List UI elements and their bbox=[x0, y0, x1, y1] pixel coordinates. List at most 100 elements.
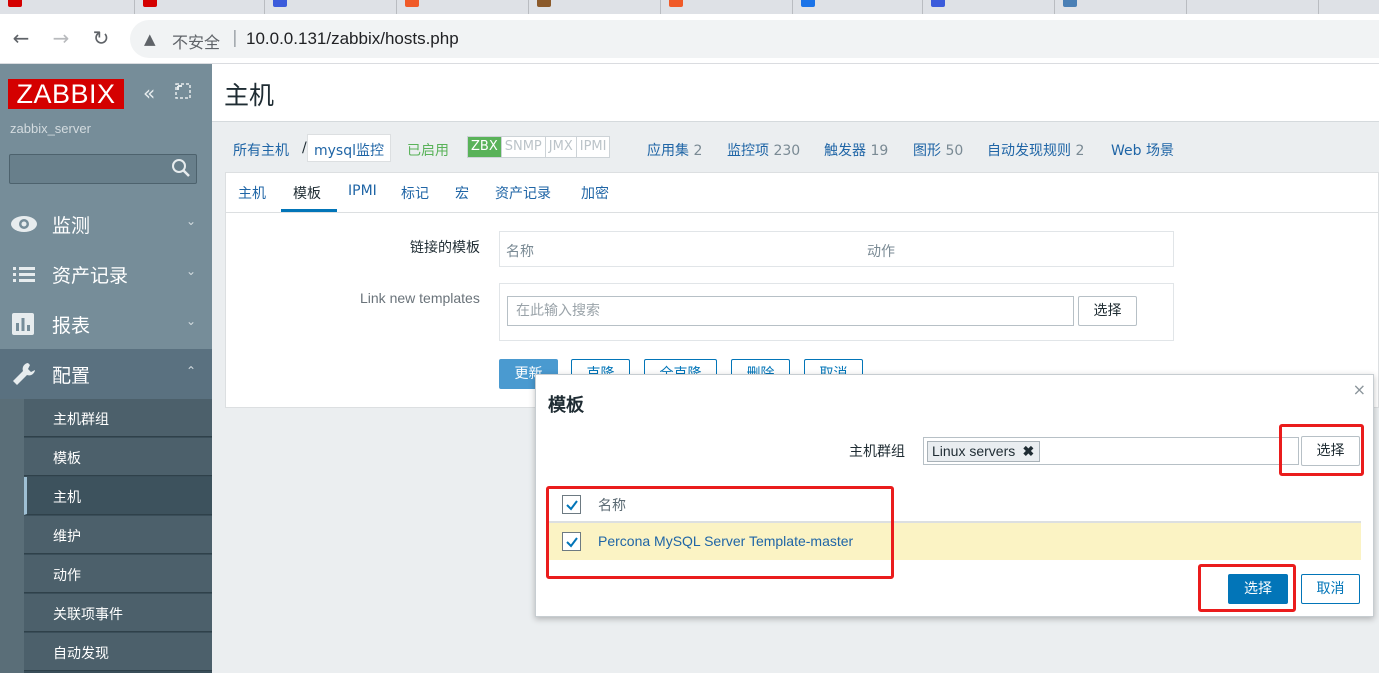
configuration-submenu: 主机群组 模板 主机 维护 动作 关联项事件 自动发现 bbox=[0, 399, 212, 673]
tab-encryption[interactable]: 加密 bbox=[581, 183, 609, 203]
host-group-label: 主机群组 bbox=[849, 444, 905, 460]
submenu-hosts[interactable]: 主机 bbox=[24, 477, 212, 515]
select-host-group-button[interactable]: 选择 bbox=[1301, 436, 1360, 466]
address-separator: | bbox=[232, 28, 238, 48]
items-link[interactable]: 监控项 230 bbox=[727, 140, 800, 160]
browser-tab[interactable] bbox=[1187, 0, 1319, 14]
host-status-enabled[interactable]: 已启用 bbox=[407, 140, 449, 160]
bar-chart-icon bbox=[12, 313, 34, 335]
cancel-modal-button[interactable]: 取消 bbox=[1301, 574, 1360, 604]
wrench-icon bbox=[13, 363, 35, 385]
availability-indicators: ZBX SNMP JMX IPMI bbox=[467, 136, 611, 158]
browser-toolbar: ← → ↻ ▲ 不安全 | 10.0.0.131/zabbix/hosts.ph… bbox=[0, 14, 1379, 64]
menu-reports[interactable]: 报表 ⌄ bbox=[0, 299, 212, 349]
submenu-label: 主机 bbox=[53, 490, 81, 506]
host-group-multiselect[interactable]: Linux servers ✖ bbox=[923, 437, 1299, 465]
checkmark-icon bbox=[566, 537, 578, 548]
tab-inventory[interactable]: 资产记录 bbox=[495, 183, 551, 203]
remove-chip-icon[interactable]: ✖ bbox=[1023, 442, 1035, 461]
browser-tab[interactable] bbox=[529, 0, 661, 14]
sidebar: ZABBIX « zabbix_server 监测 ⌄ 资产记录 ⌄ 报表 ⌄ … bbox=[0, 64, 212, 673]
search-icon[interactable] bbox=[170, 157, 192, 179]
menu-inventory[interactable]: 资产记录 ⌄ bbox=[0, 249, 212, 299]
browser-tab[interactable] bbox=[793, 0, 923, 14]
template-search-input[interactable] bbox=[507, 296, 1074, 326]
template-search-field[interactable] bbox=[508, 297, 1073, 325]
form-tabs: 主机 模板 IPMI 标记 宏 资产记录 加密 bbox=[226, 173, 1379, 213]
tab-tags[interactable]: 标记 bbox=[401, 183, 429, 203]
menu-monitoring[interactable]: 监测 ⌄ bbox=[0, 199, 212, 249]
web-scenarios-link[interactable]: Web 场景 bbox=[1111, 140, 1174, 160]
submenu-actions[interactable]: 动作 bbox=[24, 555, 212, 593]
forward-arrow-icon[interactable]: → bbox=[49, 26, 73, 50]
browser-tab[interactable] bbox=[1055, 0, 1187, 14]
templates-modal: × 模板 主机群组 Linux servers ✖ 选择 名称 Percona … bbox=[535, 374, 1374, 617]
submenu-rail bbox=[0, 399, 24, 673]
tab-templates[interactable]: 模板 bbox=[293, 183, 321, 203]
link-label: 自动发现规则 bbox=[987, 143, 1071, 159]
tab-host[interactable]: 主机 bbox=[238, 183, 266, 203]
template-name-link[interactable]: Percona MySQL Server Template-master bbox=[598, 533, 853, 549]
kiosk-mode-icon[interactable] bbox=[174, 82, 192, 104]
submenu-label: 关联项事件 bbox=[53, 607, 123, 623]
select-templates-button[interactable]: 选择 bbox=[1078, 296, 1137, 326]
favicon-icon bbox=[273, 0, 287, 7]
reload-icon[interactable]: ↻ bbox=[89, 26, 113, 50]
browser-tab[interactable] bbox=[265, 0, 397, 14]
back-arrow-icon[interactable]: ← bbox=[9, 26, 33, 50]
tab-ipmi[interactable]: IPMI bbox=[348, 183, 377, 199]
browser-tab[interactable] bbox=[923, 0, 1055, 14]
browser-tab[interactable] bbox=[135, 0, 265, 14]
sidebar-search-input[interactable] bbox=[9, 154, 197, 184]
table-row[interactable]: Percona MySQL Server Template-master bbox=[548, 523, 1361, 560]
host-form: 主机 模板 IPMI 标记 宏 资产记录 加密 链接的模板 名称 动作 Link… bbox=[225, 172, 1379, 408]
column-header-name: 名称 bbox=[598, 498, 626, 514]
link-count: 2 bbox=[693, 143, 703, 159]
submenu-templates[interactable]: 模板 bbox=[24, 438, 212, 476]
triggers-link[interactable]: 触发器 19 bbox=[824, 140, 888, 160]
column-header-name: 名称 bbox=[506, 244, 534, 260]
browser-tab[interactable] bbox=[397, 0, 529, 14]
active-tab-indicator bbox=[281, 209, 337, 212]
modal-title: 模板 bbox=[548, 395, 584, 416]
warning-triangle-icon[interactable]: ▲ bbox=[144, 30, 156, 48]
submenu-host-groups[interactable]: 主机群组 bbox=[24, 399, 212, 437]
close-icon[interactable]: × bbox=[1353, 380, 1366, 399]
discovery-rules-link[interactable]: 自动发现规则 2 bbox=[987, 140, 1084, 160]
linked-templates-label: 链接的模板 bbox=[410, 240, 480, 256]
row-checkbox[interactable] bbox=[562, 532, 581, 551]
linked-templates-table: 名称 动作 bbox=[499, 231, 1174, 267]
browser-tab[interactable] bbox=[661, 0, 793, 14]
select-all-checkbox[interactable] bbox=[562, 495, 581, 514]
submenu-maintenance[interactable]: 维护 bbox=[24, 516, 212, 554]
zabbix-logo[interactable]: ZABBIX bbox=[8, 79, 124, 109]
browser-tab[interactable] bbox=[0, 0, 135, 14]
eye-icon bbox=[11, 216, 37, 232]
current-host-crumb[interactable]: mysql监控 bbox=[307, 134, 391, 162]
applications-link[interactable]: 应用集 2 bbox=[647, 140, 702, 160]
breadcrumb-separator: / bbox=[302, 140, 307, 156]
link-new-templates-box: 选择 bbox=[499, 283, 1174, 341]
submenu-label: 维护 bbox=[53, 529, 81, 545]
confirm-select-button[interactable]: 选择 bbox=[1228, 574, 1288, 604]
chevron-up-icon: ⌃ bbox=[185, 364, 196, 378]
all-hosts-link[interactable]: 所有主机 bbox=[233, 140, 289, 160]
insecure-label[interactable]: 不安全 bbox=[172, 29, 220, 53]
address-bar[interactable]: ▲ 不安全 | 10.0.0.131/zabbix/hosts.php bbox=[130, 20, 1379, 58]
submenu-discovery[interactable]: 自动发现 bbox=[24, 633, 212, 671]
link-new-templates-label: Link new templates bbox=[360, 290, 480, 306]
page-title: 主机 bbox=[224, 81, 275, 110]
host-group-chip: Linux servers ✖ bbox=[927, 441, 1041, 462]
favicon-icon bbox=[405, 0, 419, 7]
modal-table-header: 名称 bbox=[548, 487, 1361, 523]
link-label: 图形 bbox=[913, 143, 941, 159]
chevron-down-icon: ⌄ bbox=[185, 214, 196, 228]
menu-configuration[interactable]: 配置 ⌃ bbox=[0, 349, 212, 399]
tab-macros[interactable]: 宏 bbox=[455, 183, 469, 203]
submenu-event-correlation[interactable]: 关联项事件 bbox=[24, 594, 212, 632]
graphs-link[interactable]: 图形 50 bbox=[913, 140, 963, 160]
collapse-sidebar-icon[interactable]: « bbox=[143, 82, 155, 104]
chip-label: Linux servers bbox=[932, 443, 1016, 459]
submenu-label: 自动发现 bbox=[53, 646, 109, 662]
url-text[interactable]: 10.0.0.131/zabbix/hosts.php bbox=[246, 29, 459, 49]
